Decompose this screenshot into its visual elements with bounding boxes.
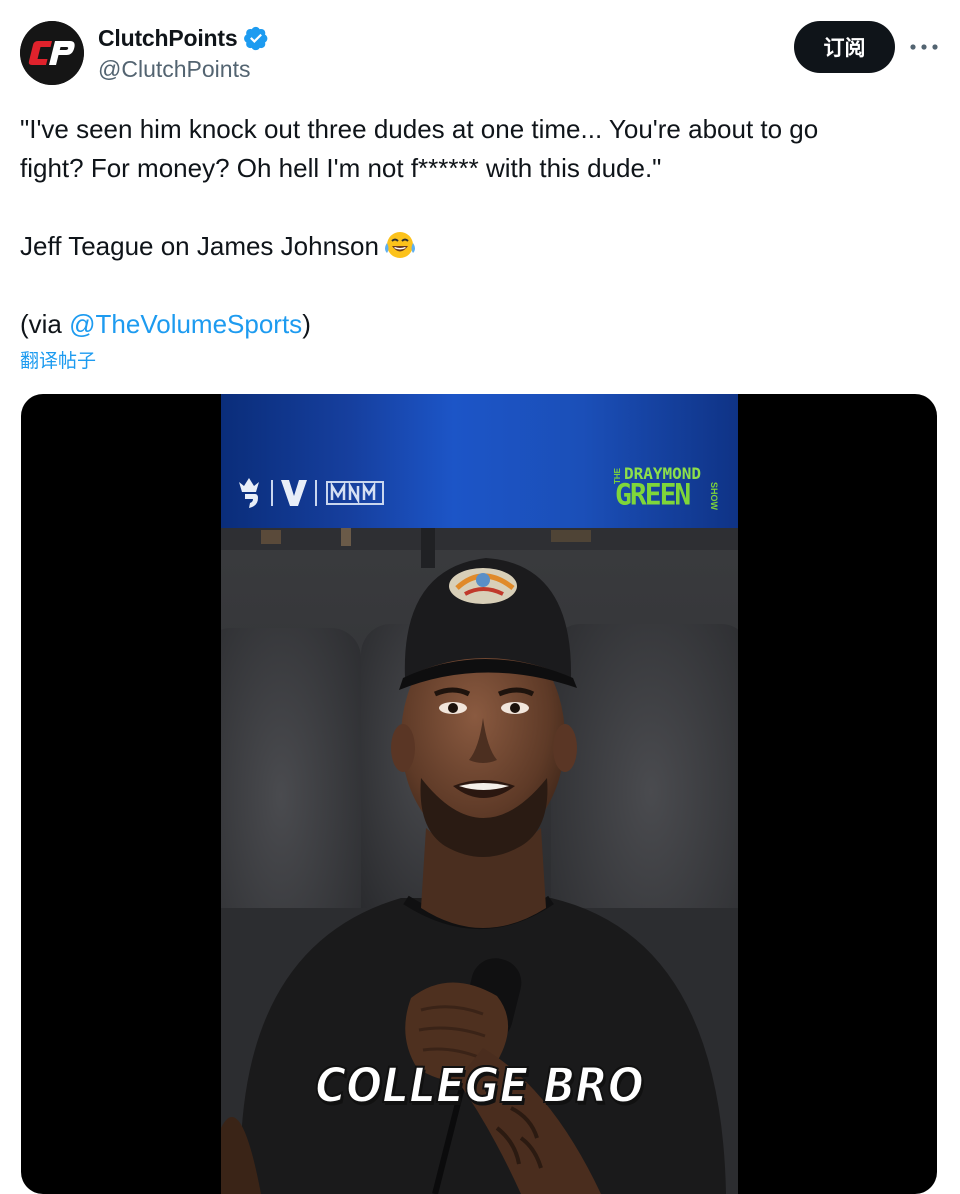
tears-of-joy-icon: [384, 232, 415, 258]
show-logo-green: GREEN: [615, 477, 691, 512]
verified-badge-icon: [244, 26, 268, 51]
tweet-text: "I've seen him knock out three dudes at …: [20, 110, 940, 344]
clutchpoints-logo: [20, 21, 84, 85]
media-container[interactable]: THE DRAYMOND GREEN SHOW COLLEGE BRO: [21, 394, 937, 1194]
more-horizontal-icon: [910, 44, 938, 50]
subscribe-button[interactable]: 订阅: [794, 21, 895, 73]
tweet-text-line: "I've seen him knock out three dudes at …: [20, 114, 819, 144]
tweet-text-line: Jeff Teague on James Johnson😂: [20, 227, 940, 266]
via-prefix: (via: [20, 309, 70, 339]
more-options-button[interactable]: [905, 30, 943, 64]
avatar[interactable]: [20, 21, 84, 85]
author-handle[interactable]: @ClutchPoints: [98, 56, 250, 83]
tweet-text-line: fight? For money? Oh hell I'm not f*****…: [20, 153, 662, 183]
author-name-row[interactable]: ClutchPoints: [98, 24, 269, 52]
cap-logo: [449, 568, 517, 604]
author-display-name[interactable]: ClutchPoints: [98, 25, 238, 52]
via-suffix: ): [302, 309, 311, 339]
draymond-green-show-logo: THE DRAYMOND GREEN SHOW: [613, 464, 723, 514]
video-player[interactable]: THE DRAYMOND GREEN SHOW COLLEGE BRO: [221, 394, 738, 1194]
video-banner: THE DRAYMOND GREEN SHOW: [221, 394, 738, 528]
sponsor-logos: [239, 478, 384, 508]
translate-post-link[interactable]: 翻译帖子: [20, 346, 96, 373]
draftkings-crown-icon: [239, 478, 259, 508]
tweet-text-attribution: Jeff Teague on James Johnson: [20, 231, 379, 261]
video-caption: COLLEGE BRO: [314, 1057, 644, 1115]
tweet-text-line: (via @TheVolumeSports): [20, 305, 940, 344]
mention-link[interactable]: @TheVolumeSports: [69, 309, 302, 339]
show-logo-show: SHOW: [709, 482, 719, 510]
